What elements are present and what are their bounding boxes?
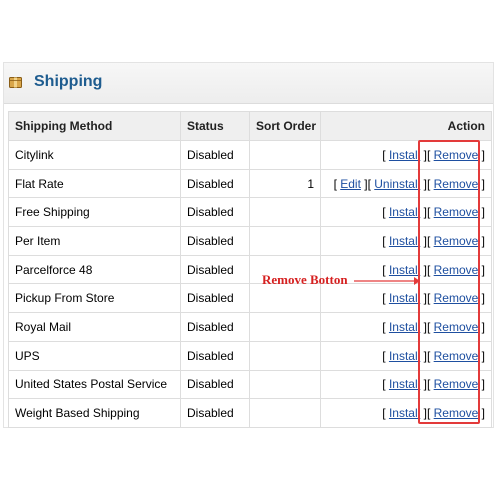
- table-row: Weight Based Shipping Disabled [ Install ]…: [8, 398, 492, 428]
- remove-link[interactable]: Remove: [434, 234, 479, 248]
- remove-link[interactable]: Remove: [434, 177, 479, 191]
- shipping-method-name: Flat Rate: [8, 168, 181, 199]
- shipping-method-name: Parcelforce 48: [8, 254, 181, 285]
- install-link[interactable]: Install: [389, 148, 420, 162]
- action-cell: [ Install ][ Remove ]: [320, 140, 492, 170]
- shipping-method-name: Pickup From Store: [8, 283, 181, 314]
- remove-button-annotation: Remove Botton: [262, 272, 348, 287]
- remove-link[interactable]: Remove: [434, 320, 479, 334]
- action-cell: [ Install ][ Remove ]: [320, 197, 492, 228]
- remove-link[interactable]: Remove: [434, 406, 479, 420]
- remove-link[interactable]: Remove: [434, 349, 479, 363]
- action-cell: [ Edit ][ Uninstall ][ Remove ]: [320, 168, 492, 199]
- table-row: Per Item Disabled [ Install ][ Remove ]: [8, 226, 492, 256]
- install-link[interactable]: Install: [389, 320, 420, 334]
- install-link[interactable]: Install: [389, 263, 420, 277]
- shipping-panel: Shipping Shipping Method Status Sort Ord…: [3, 62, 494, 428]
- action-cell: [ Install ][ Remove ]: [320, 226, 492, 256]
- column-header-shipping-method[interactable]: Shipping Method: [8, 111, 181, 141]
- status-cell: Disabled: [180, 168, 250, 199]
- install-link[interactable]: Install: [389, 377, 420, 391]
- table-row: UPS Disabled [ Install ][ Remove ]: [8, 340, 492, 371]
- action-cell: [ Install ][ Remove ]: [320, 283, 492, 314]
- shipping-method-name: United States Postal Service: [8, 369, 181, 400]
- shipping-method-name: UPS: [8, 340, 181, 371]
- annotation-arrow-icon: [354, 277, 420, 285]
- status-cell: Disabled: [180, 140, 250, 170]
- remove-link[interactable]: Remove: [434, 291, 479, 305]
- action-cell: [ Install ][ Remove ]: [320, 340, 492, 371]
- status-cell: Disabled: [180, 197, 250, 228]
- status-cell: Disabled: [180, 312, 250, 342]
- uninstall-link[interactable]: Uninstall: [374, 177, 420, 191]
- action-cell: [ Install ][ Remove ]: [320, 369, 492, 400]
- install-link[interactable]: Install: [389, 349, 420, 363]
- status-cell: Disabled: [180, 226, 250, 256]
- sort-order-cell: [249, 226, 321, 256]
- shipping-method-name: Royal Mail: [8, 312, 181, 342]
- column-header-action: Action: [320, 111, 492, 141]
- column-header-sort-order[interactable]: Sort Order: [249, 111, 321, 141]
- sort-order-cell: [249, 340, 321, 371]
- table-row: Pickup From Store Disabled [ Install ][ Re…: [8, 283, 492, 314]
- install-link[interactable]: Install: [389, 291, 420, 305]
- shipping-method-name: Weight Based Shipping: [8, 398, 181, 428]
- sort-order-cell: [249, 398, 321, 428]
- remove-link[interactable]: Remove: [434, 263, 479, 277]
- sort-order-cell: 1: [249, 168, 321, 199]
- install-link[interactable]: Install: [389, 205, 420, 219]
- table-row: Flat Rate Disabled 1[ Edit ][ Uninstall ][…: [8, 168, 492, 199]
- sort-order-cell: [249, 197, 321, 228]
- table-row: United States Postal Service Disabled [ In…: [8, 369, 492, 400]
- sort-order-cell: [249, 369, 321, 400]
- page-title: Shipping: [34, 73, 103, 90]
- shipping-methods-table: Shipping Method Status Sort Order Action…: [8, 111, 492, 428]
- action-cell: [ Install ][ Remove ]: [320, 312, 492, 342]
- action-cell: [ Install ][ Remove ]: [320, 398, 492, 428]
- table-header-row: Shipping Method Status Sort Order Action: [8, 111, 492, 141]
- remove-link[interactable]: Remove: [434, 205, 479, 219]
- sort-order-cell: [249, 140, 321, 170]
- table-row: Royal Mail Disabled [ Install ][ Remove ]: [8, 312, 492, 342]
- status-cell: Disabled: [180, 398, 250, 428]
- table-row: Free Shipping Disabled [ Install ][ Remove…: [8, 197, 492, 228]
- sort-order-cell: [249, 312, 321, 342]
- shipping-method-name: Per Item: [8, 226, 181, 256]
- status-cell: Disabled: [180, 283, 250, 314]
- shipping-method-name: Free Shipping: [8, 197, 181, 228]
- remove-link[interactable]: Remove: [434, 377, 479, 391]
- package-icon: [9, 77, 22, 88]
- shipping-method-name: Citylink: [8, 140, 181, 170]
- column-header-status[interactable]: Status: [180, 111, 250, 141]
- status-cell: Disabled: [180, 340, 250, 371]
- sort-order-cell: [249, 283, 321, 314]
- install-link[interactable]: Install: [389, 406, 420, 420]
- table-row: Citylink Disabled [ Install ][ Remove ]: [8, 140, 492, 170]
- panel-heading: Shipping: [4, 63, 493, 104]
- edit-link[interactable]: Edit: [340, 177, 361, 191]
- status-cell: Disabled: [180, 254, 250, 285]
- install-link[interactable]: Install: [389, 234, 420, 248]
- status-cell: Disabled: [180, 369, 250, 400]
- remove-link[interactable]: Remove: [434, 148, 479, 162]
